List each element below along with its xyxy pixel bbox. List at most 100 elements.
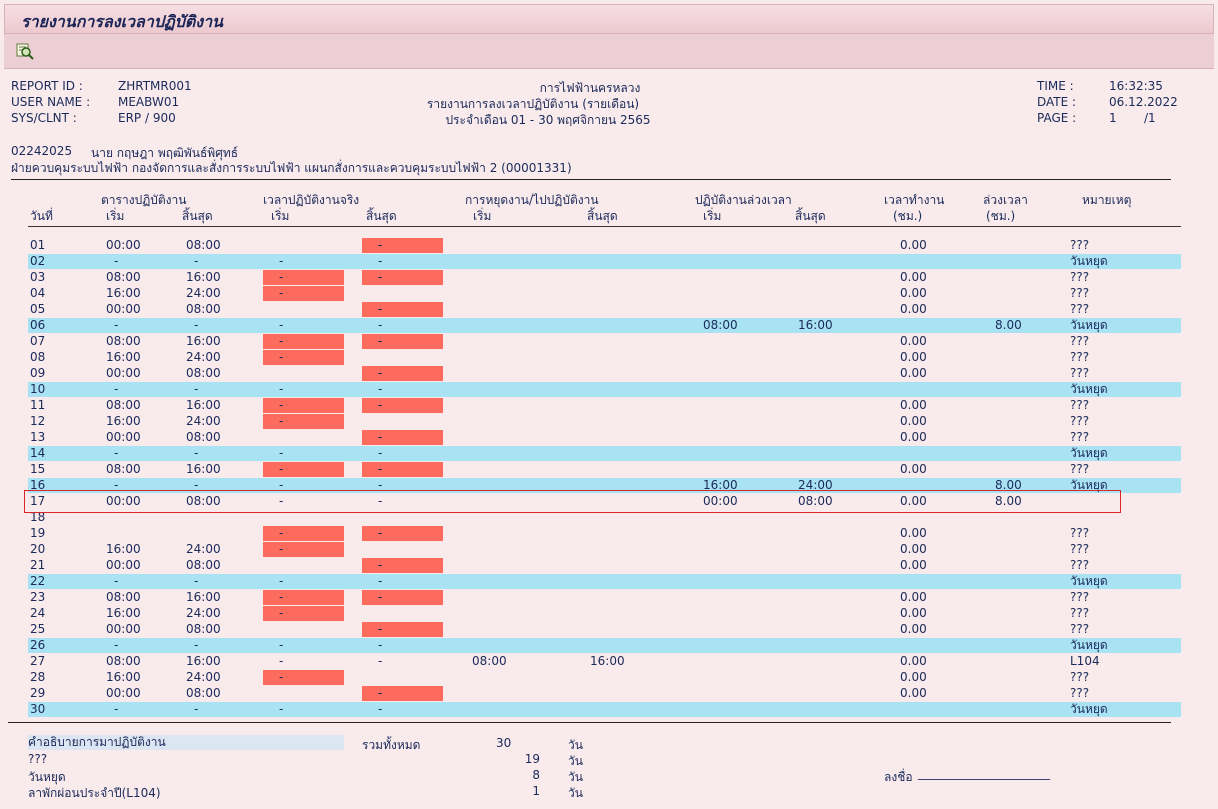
actual-end-cell: - (378, 590, 383, 604)
report-period: ประจำเดือน 01 - 30 พฤศจิกายน 2565 (445, 113, 651, 127)
col-schedule-end: สิ้นสุด (182, 209, 213, 223)
footer-divider (8, 722, 1171, 723)
schedule-end-cell: - (194, 638, 199, 652)
remark-cell: ??? (1070, 558, 1090, 572)
schedule-start-cell: - (114, 254, 119, 268)
schedule-end-cell: 08:00 (186, 686, 221, 700)
actual-start-cell: - (279, 254, 284, 268)
col-leave-end: สิ้นสุด (587, 209, 618, 223)
remark-cell: ??? (1070, 430, 1090, 444)
remark-cell: วันหยุด (1070, 574, 1108, 588)
summary-total: 30 (496, 736, 512, 750)
summary-total-label: รวมทั้งหมด (362, 738, 421, 752)
page-number: 1 (1109, 111, 1117, 125)
schedule-start-cell: - (114, 702, 119, 716)
actual-start-cell: - (279, 638, 284, 652)
day-cell: 29 (30, 686, 46, 700)
remark-cell: ??? (1070, 462, 1090, 476)
schedule-end-cell: - (194, 702, 199, 716)
remark-cell: วันหยุด (1070, 382, 1108, 396)
actual-end-cell: - (378, 270, 383, 284)
schedule-end-cell: 08:00 (186, 238, 221, 252)
remark-cell: ??? (1070, 414, 1090, 428)
actual-end-cell: - (378, 398, 383, 412)
remark-cell: ??? (1070, 366, 1090, 380)
day-cell: 04 (30, 286, 46, 300)
actual-start-cell: - (279, 590, 284, 604)
schedule-end-cell: 24:00 (186, 542, 221, 556)
col-ot-start: เริ่ม (703, 209, 722, 223)
sign-line: ______________________ (918, 766, 1050, 780)
schedule-end-cell: - (194, 254, 199, 268)
work-hours-cell: 0.00 (900, 286, 927, 300)
col-remark: หมายเหตุ (1082, 193, 1132, 207)
col-schedule-start: เริ่ม (106, 209, 125, 223)
summary-item-unit: วัน (568, 786, 583, 800)
report-time: 16:32:35 (1109, 79, 1163, 93)
missing-actual-end-block (362, 366, 443, 381)
remark-cell: ??? (1070, 270, 1090, 284)
day-cell: 09 (30, 366, 46, 380)
table-row: - - 26 - - วันหยุด (28, 638, 1181, 653)
leave-start-cell: 08:00 (472, 654, 507, 668)
schedule-start-cell: 16:00 (106, 542, 141, 556)
missing-actual-end-block (362, 590, 443, 605)
summary-item-value: 8 (532, 768, 540, 782)
day-cell: 22 (30, 574, 46, 588)
work-hours-cell: 0.00 (900, 654, 927, 668)
missing-actual-start-block (263, 334, 344, 349)
toolbar (4, 34, 1214, 69)
table-row: - 04 16:00 24:00 0.00??? (28, 286, 1181, 301)
remark-cell: วันหยุด (1070, 446, 1108, 460)
actual-start-cell: - (279, 446, 284, 460)
schedule-start-cell: - (114, 446, 119, 460)
missing-actual-end-block (362, 526, 443, 541)
day-cell: 28 (30, 670, 46, 684)
date-label: DATE : (1037, 95, 1077, 109)
actual-start-cell: - (279, 542, 284, 556)
table-row: - - 19 0.00??? (28, 526, 1181, 541)
table-row: - - 27 08:00 16:00 08:00 16:00 0.00 L104 (28, 654, 1181, 669)
schedule-start-cell: 16:00 (106, 606, 141, 620)
work-hours-cell: 0.00 (900, 238, 927, 252)
day-cell: 27 (30, 654, 46, 668)
actual-end-cell: - (378, 558, 383, 572)
divider (11, 179, 1171, 180)
remark-cell: ??? (1070, 590, 1090, 604)
search-detail-icon[interactable] (16, 42, 34, 60)
actual-start-cell: - (279, 350, 284, 364)
schedule-end-cell: - (194, 574, 199, 588)
actual-start-cell: - (279, 286, 284, 300)
table-row: - - 03 08:00 16:00 0.00??? (28, 270, 1181, 285)
table-row: - 28 16:00 24:00 0.00??? (28, 670, 1181, 685)
ot-end-cell: 16:00 (798, 318, 833, 332)
work-hours-cell: 0.00 (900, 350, 927, 364)
schedule-end-cell: 24:00 (186, 286, 221, 300)
schedule-end-cell: - (194, 318, 199, 332)
schedule-end-cell: - (194, 446, 199, 460)
missing-actual-end-block (362, 558, 443, 573)
actual-end-cell: - (378, 430, 383, 444)
schedule-start-cell: 08:00 (106, 334, 141, 348)
col-actual-start: เริ่ม (271, 209, 290, 223)
schedule-end-cell: 24:00 (186, 606, 221, 620)
day-cell: 20 (30, 542, 46, 556)
work-hours-cell: 0.00 (900, 590, 927, 604)
table-row: - - 11 08:00 16:00 0.00??? (28, 398, 1181, 413)
ot-hours-cell: 8.00 (995, 318, 1022, 332)
schedule-start-cell: 08:00 (106, 654, 141, 668)
day-cell: 02 (30, 254, 46, 268)
schedule-end-cell: 16:00 (186, 334, 221, 348)
actual-end-cell: - (378, 654, 383, 668)
missing-actual-start-block (263, 286, 344, 301)
page-total: /1 (1144, 111, 1156, 125)
schedule-start-cell: 08:00 (106, 270, 141, 284)
col-actual-end: สิ้นสุด (366, 209, 397, 223)
actual-start-cell: - (279, 702, 284, 716)
table-row: - 05 00:00 08:00 0.00??? (28, 302, 1181, 317)
window-title-bar: รายงานการลงเวลาปฏิบัติงาน (4, 4, 1214, 34)
work-hours-cell: 0.00 (900, 558, 927, 572)
table-row: - - 02 - - วันหยุด (28, 254, 1181, 269)
day-cell: 05 (30, 302, 46, 316)
day-cell: 21 (30, 558, 46, 572)
